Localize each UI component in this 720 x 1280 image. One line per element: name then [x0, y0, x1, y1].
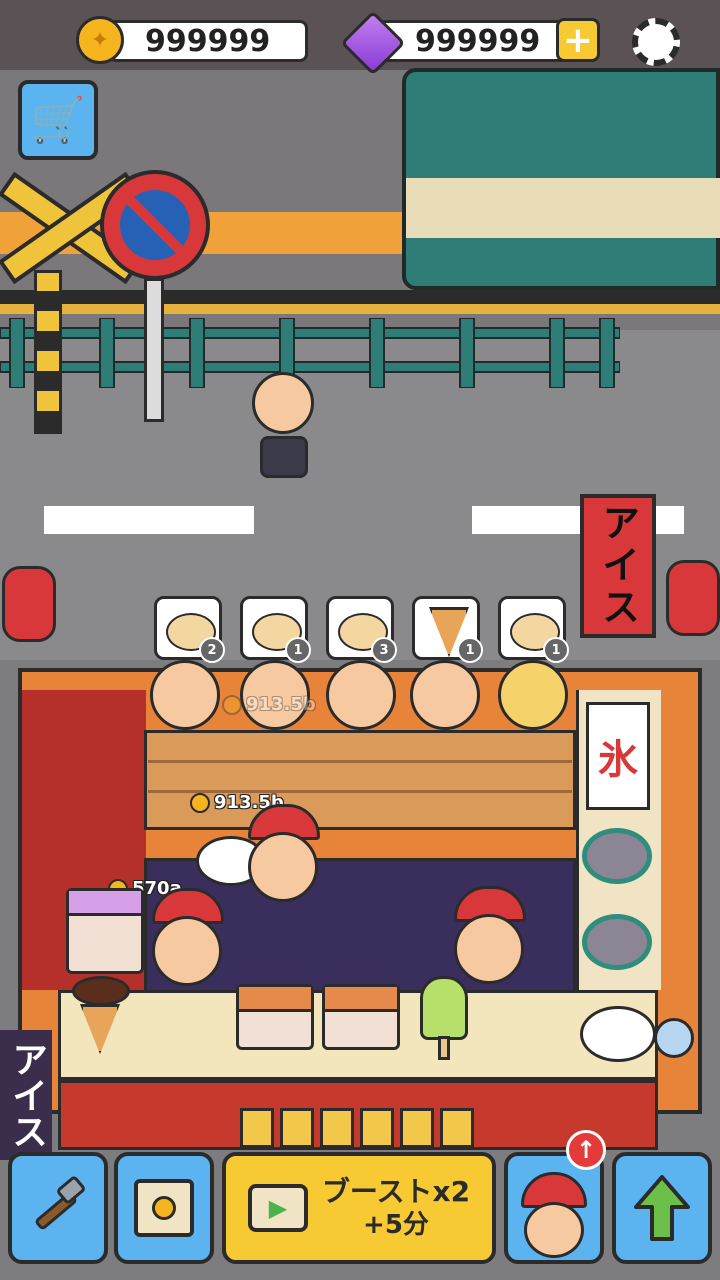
upgrade-arrow-button[interactable] [612, 1152, 712, 1264]
crossing-pole [34, 270, 62, 434]
shop-cart-button[interactable]: 🛒 [18, 80, 98, 160]
earning-ghost-label: 913.5b [222, 694, 316, 715]
settings-gear-icon[interactable] [632, 18, 680, 66]
pedestrian-businessman [252, 372, 316, 480]
no-parking-sign [100, 170, 210, 280]
coin-counter: 999999 [108, 20, 308, 62]
customer[interactable] [150, 660, 220, 730]
order-count: 1 [543, 637, 569, 663]
staff-worker[interactable] [248, 804, 320, 904]
boost-ad-button[interactable]: ▶ ブーストx2 +5分 [222, 1152, 496, 1264]
safe-icon [134, 1179, 194, 1237]
stall-window [440, 1108, 474, 1148]
counter-plank [148, 760, 572, 763]
boost-duration: +5分 [363, 1210, 429, 1241]
staff-worker[interactable] [454, 886, 526, 986]
shaved-ice-machine[interactable] [236, 984, 314, 1050]
staff-avatar-icon [521, 1172, 587, 1258]
stall-window [320, 1108, 354, 1148]
popsicle[interactable] [420, 976, 468, 1040]
shaved-ice-machine[interactable] [322, 984, 400, 1050]
chocolate-scoop [72, 976, 130, 1006]
wind-chime [654, 1018, 694, 1058]
stall-window [280, 1108, 314, 1148]
lantern-right [666, 560, 720, 636]
order-count: 2 [199, 637, 225, 663]
tv-play-icon: ▶ [247, 1184, 308, 1232]
sign-post [144, 278, 164, 422]
stall-window [360, 1108, 394, 1148]
ice-banner: アイス [580, 494, 656, 638]
cart-icon: 🛒 [30, 95, 86, 146]
customer[interactable] [498, 660, 568, 730]
order-bubble: 1 [412, 596, 483, 663]
order-bubble: 1 [498, 596, 569, 663]
customer[interactable] [410, 660, 480, 730]
rail-edge [0, 304, 720, 314]
order-count: 3 [371, 637, 397, 663]
staff-worker[interactable] [152, 888, 224, 988]
coin-icon [190, 792, 210, 813]
stall-window [400, 1108, 434, 1148]
coin-icon: ✦ [76, 16, 124, 64]
lane-marking [44, 506, 254, 534]
upgrade-alert-badge: ↑ [566, 1130, 606, 1170]
kori-ice-sign: 氷 [586, 702, 650, 810]
order-bubble: 3 [326, 596, 397, 663]
train-stripe [406, 178, 720, 238]
cooking-pan[interactable] [582, 828, 652, 884]
customer[interactable] [326, 660, 396, 730]
crepe-machine[interactable] [66, 888, 144, 974]
rail-track [0, 290, 720, 304]
coin-amount: 999999 [145, 23, 271, 59]
order-bubble: 2 [154, 596, 225, 663]
popsicle-stick [438, 1036, 450, 1060]
hammer-icon [35, 1176, 85, 1230]
gem-amount: 999999 [415, 23, 541, 59]
order-bubble: 1 [240, 596, 311, 663]
gem-counter: 999999 [378, 20, 568, 62]
lantern-left [2, 566, 56, 642]
boost-label: ブーストx2 [321, 1175, 471, 1209]
stall-window [240, 1108, 274, 1148]
cooking-pan[interactable] [582, 914, 652, 970]
build-hammer-button[interactable] [8, 1152, 108, 1264]
safe-vault-button[interactable] [114, 1152, 214, 1264]
serving-counter [144, 730, 576, 830]
order-count: 1 [457, 637, 483, 663]
side-ice-sign: アイス [0, 1030, 52, 1160]
up-arrow-icon [634, 1175, 690, 1241]
order-count: 1 [285, 637, 311, 663]
add-gems-button[interactable]: + [556, 18, 600, 62]
crepe-plate-station[interactable] [580, 1006, 656, 1062]
